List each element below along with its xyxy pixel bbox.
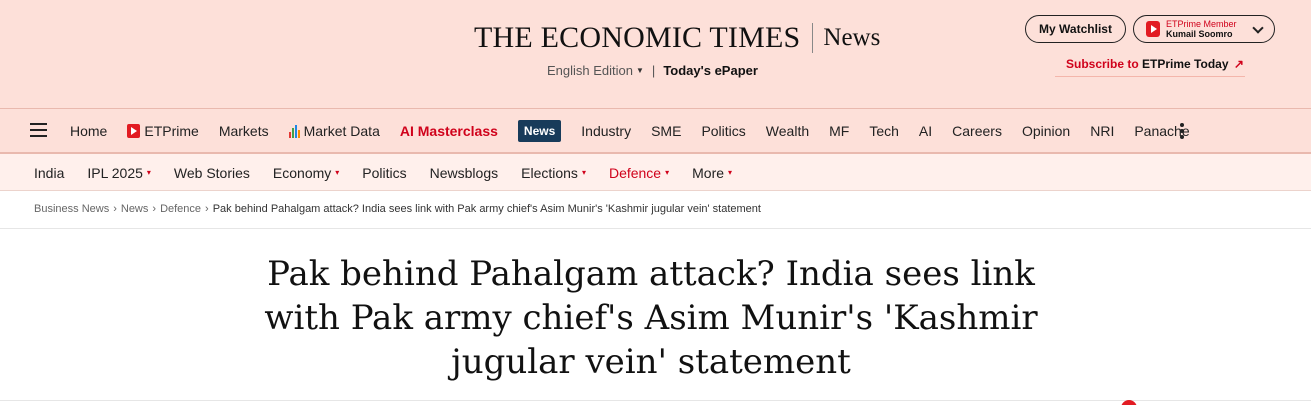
logo-title: THE ECONOMIC TIMES bbox=[474, 21, 801, 54]
breadcrumb-separator: › bbox=[113, 203, 117, 215]
subnav-newsblogs[interactable]: Newsblogs bbox=[430, 165, 498, 181]
member-info: ETPrime Member Kumail Soomro bbox=[1166, 19, 1237, 39]
edition-divider: | bbox=[651, 63, 656, 78]
content-divider bbox=[0, 400, 1311, 401]
nav-etprime-label: ETPrime bbox=[144, 123, 199, 139]
market-data-icon bbox=[288, 124, 301, 138]
breadcrumb-business-news[interactable]: Business News bbox=[34, 203, 109, 215]
subnav-ipl-2025[interactable]: IPL 2025 ▾ bbox=[87, 165, 151, 181]
member-account-button[interactable]: ETPrime Member Kumail Soomro bbox=[1133, 15, 1275, 43]
nav-market-data-label: Market Data bbox=[303, 123, 380, 139]
masthead: THE ECONOMIC TIMES News English Edition … bbox=[0, 0, 1311, 108]
nav-sme[interactable]: SME bbox=[651, 123, 681, 139]
nav-markets[interactable]: Markets bbox=[219, 123, 269, 139]
breadcrumb-news[interactable]: News bbox=[121, 203, 149, 215]
breadcrumb-separator: › bbox=[205, 203, 209, 215]
nav-market-data[interactable]: Market Data bbox=[288, 123, 380, 139]
edition-caret-icon[interactable]: ▼ bbox=[636, 66, 644, 75]
nav-nri[interactable]: NRI bbox=[1090, 123, 1114, 139]
subscribe-prefix: Subscribe to bbox=[1066, 57, 1139, 71]
subnav-defence-active[interactable]: Defence ▾ bbox=[609, 165, 669, 181]
nav-careers[interactable]: Careers bbox=[952, 123, 1002, 139]
subnav-web-stories[interactable]: Web Stories bbox=[174, 165, 250, 181]
nav-politics[interactable]: Politics bbox=[701, 123, 745, 139]
subscribe-underline bbox=[1055, 76, 1245, 77]
epaper-link[interactable]: Today's ePaper bbox=[663, 63, 758, 78]
chevron-down-icon: ▾ bbox=[335, 168, 340, 177]
etprime-icon bbox=[1146, 21, 1160, 37]
subnav-ipl-label: IPL 2025 bbox=[87, 164, 143, 181]
menu-icon[interactable] bbox=[30, 123, 47, 137]
site-logo[interactable]: THE ECONOMIC TIMES News bbox=[474, 20, 880, 56]
watchlist-button[interactable]: My Watchlist bbox=[1025, 15, 1126, 43]
sub-navigation: India IPL 2025 ▾ Web Stories Economy ▾ Pol… bbox=[0, 154, 1311, 191]
subnav-elections-label: Elections bbox=[521, 164, 578, 181]
subnav-india[interactable]: India bbox=[34, 165, 64, 181]
edition-selector[interactable]: English Edition bbox=[547, 63, 633, 78]
member-label: ETPrime Member bbox=[1166, 19, 1237, 29]
section-name[interactable]: News bbox=[823, 24, 880, 52]
subnav-more[interactable]: More ▾ bbox=[692, 165, 732, 181]
chevron-down-icon: ▾ bbox=[146, 168, 151, 177]
nav-opinion[interactable]: Opinion bbox=[1022, 123, 1070, 139]
chevron-down-icon bbox=[1252, 22, 1264, 34]
nav-tech[interactable]: Tech bbox=[869, 123, 899, 139]
article-headline: Pak behind Pahalgam attack? India sees l… bbox=[264, 254, 1038, 382]
subnav-economy[interactable]: Economy ▾ bbox=[273, 165, 339, 181]
edition-bar: English Edition ▼ | Today's ePaper bbox=[547, 63, 758, 78]
nav-news-active[interactable]: News bbox=[517, 120, 562, 142]
nav-ai-masterclass[interactable]: AI Masterclass bbox=[400, 123, 498, 139]
logo-divider bbox=[812, 23, 814, 53]
more-options-icon[interactable] bbox=[1180, 123, 1184, 141]
nav-etprime[interactable]: ETPrime bbox=[127, 123, 199, 139]
subscribe-brand: ETPrime Today bbox=[1142, 57, 1229, 71]
sub-nav-items: India IPL 2025 ▾ Web Stories Economy ▾ Pol… bbox=[24, 154, 745, 191]
subnav-economy-label: Economy bbox=[272, 164, 332, 181]
breadcrumb-current: Pak behind Pahalgam attack? India sees l… bbox=[212, 203, 761, 215]
etprime-icon bbox=[127, 124, 141, 138]
chevron-down-icon: ▾ bbox=[581, 168, 586, 177]
nav-home[interactable]: Home bbox=[70, 123, 107, 139]
nav-ai[interactable]: AI bbox=[919, 123, 932, 139]
subnav-defence-label: Defence bbox=[608, 164, 662, 181]
chevron-down-icon: ▾ bbox=[665, 168, 670, 177]
member-name: Kumail Soomro bbox=[1166, 29, 1233, 39]
main-nav-items: Home ETPrime Markets Market Data AI Mast… bbox=[60, 109, 1200, 153]
nav-wealth[interactable]: Wealth bbox=[766, 123, 809, 139]
nav-industry[interactable]: Industry bbox=[581, 123, 631, 139]
main-navigation: Home ETPrime Markets Market Data AI Mast… bbox=[0, 108, 1311, 154]
breadcrumb-divider bbox=[0, 228, 1311, 229]
external-arrow-icon: ↗ bbox=[1233, 57, 1244, 71]
nav-mf[interactable]: MF bbox=[829, 123, 849, 139]
subnav-elections[interactable]: Elections ▾ bbox=[521, 165, 586, 181]
subnav-more-label: More bbox=[692, 164, 725, 181]
subscribe-link[interactable]: Subscribe to ETPrime Today ↗ bbox=[1066, 57, 1244, 71]
breadcrumb-defence[interactable]: Defence bbox=[160, 203, 201, 215]
breadcrumb: Business News › News › Defence › Pak beh… bbox=[34, 203, 761, 215]
subnav-politics[interactable]: Politics bbox=[362, 165, 406, 181]
breadcrumb-separator: › bbox=[152, 203, 157, 215]
chevron-down-icon: ▾ bbox=[728, 168, 733, 177]
